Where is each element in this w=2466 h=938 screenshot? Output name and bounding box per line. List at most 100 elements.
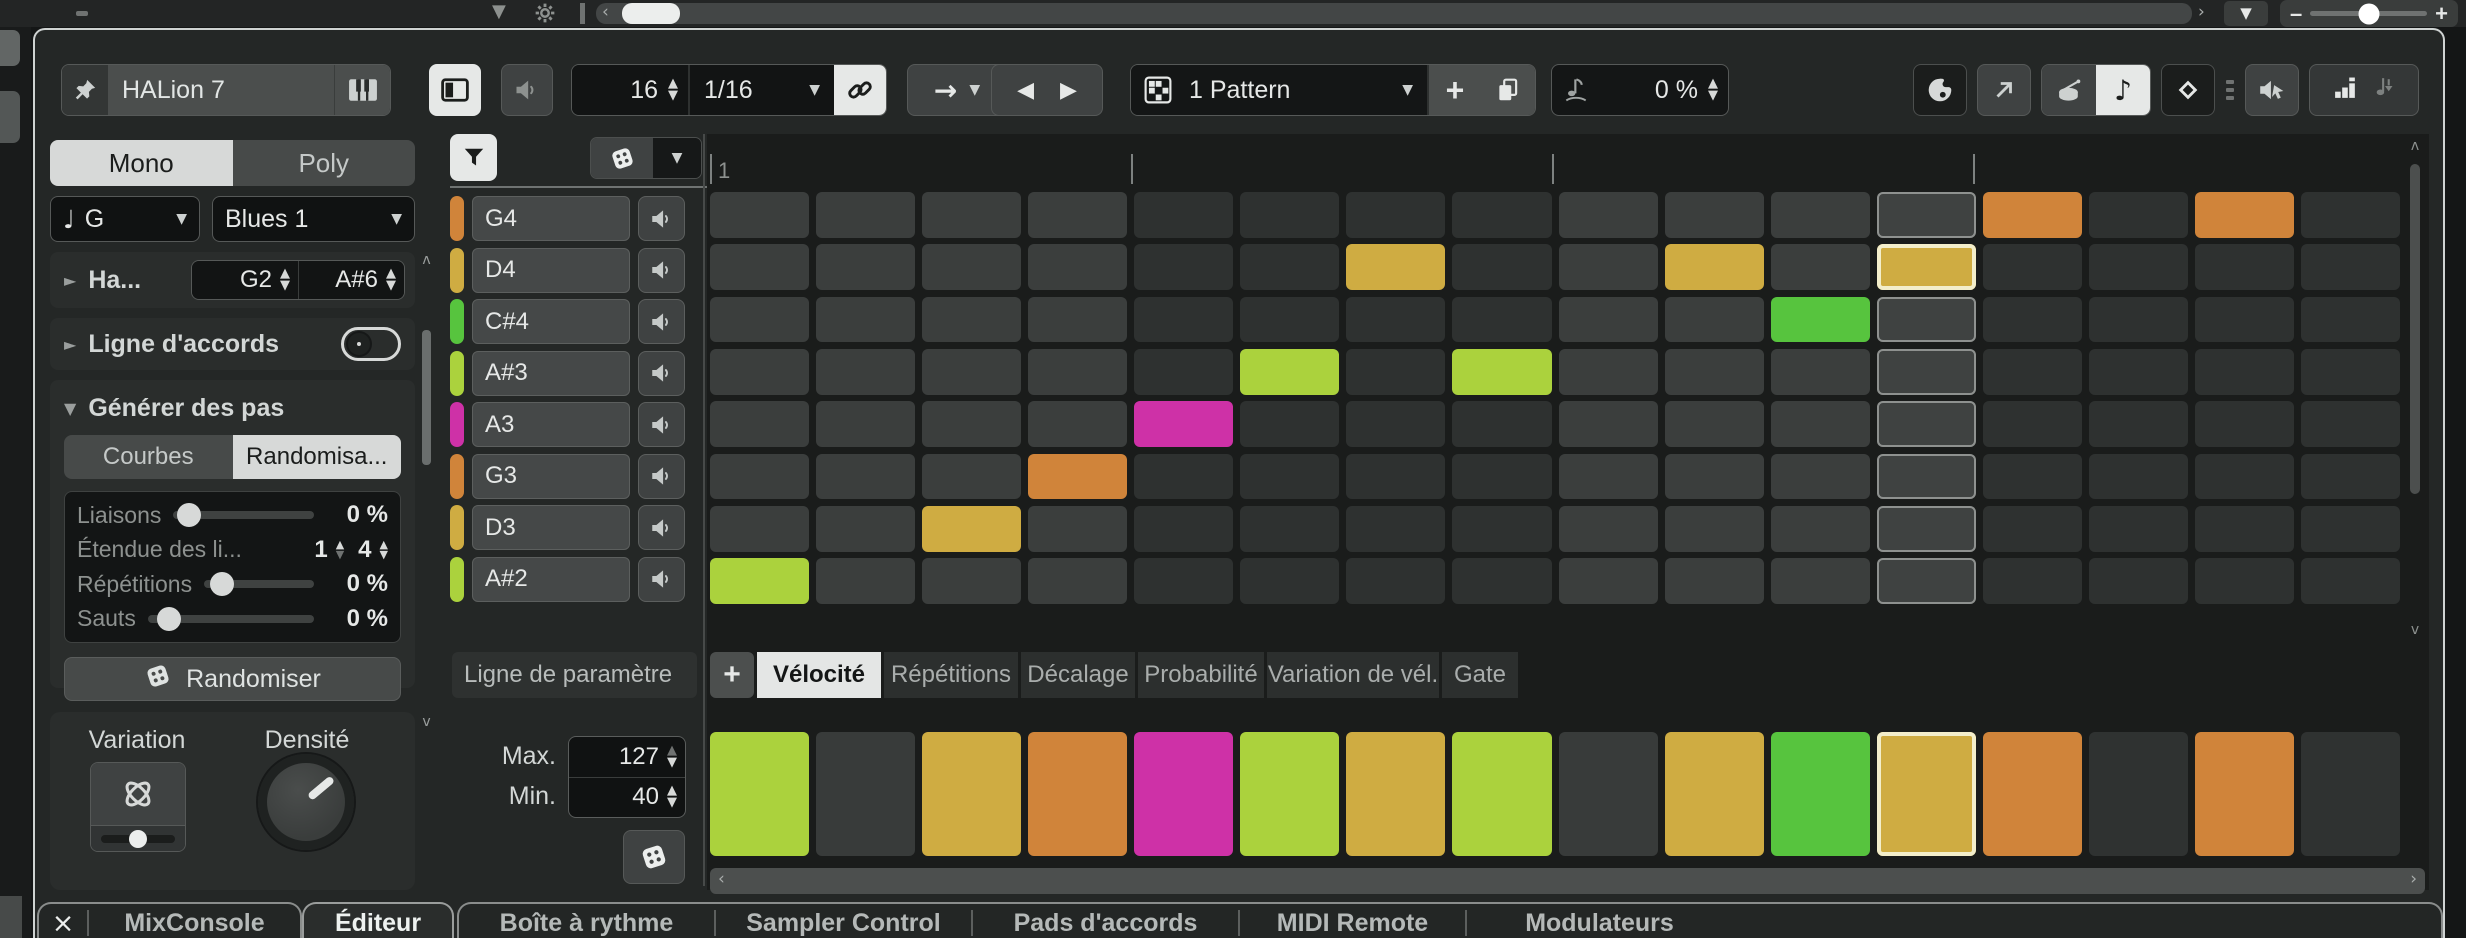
pin-button[interactable]	[62, 65, 108, 115]
step-cell[interactable]	[1028, 401, 1127, 447]
step-cell[interactable]	[1771, 244, 1870, 290]
step-cell[interactable]	[1983, 454, 2082, 500]
zoom-slider-track[interactable]	[2310, 11, 2427, 16]
scroll-down-icon[interactable]: v	[2405, 622, 2425, 638]
spinner-arrows-icon[interactable]: ▲▼	[668, 78, 678, 102]
param-slider-track[interactable]	[204, 580, 314, 588]
step-cell[interactable]	[1771, 349, 1870, 395]
step-cell[interactable]	[1877, 454, 1976, 500]
horizontal-scrollbar[interactable]: ‹	[596, 3, 2192, 24]
step-cell[interactable]	[1452, 349, 1551, 395]
step-cell[interactable]	[816, 244, 915, 290]
step-cell[interactable]	[1559, 192, 1658, 238]
step-cell[interactable]	[2301, 297, 2400, 343]
step-cell[interactable]	[2301, 454, 2400, 500]
lane-tab-6[interactable]: Gate	[1442, 652, 1518, 698]
step-cell[interactable]	[2301, 401, 2400, 447]
tab-editor-active[interactable]: Éditeur	[302, 902, 454, 938]
tab-mono[interactable]: Mono	[50, 140, 233, 186]
velocity-bar[interactable]	[1771, 732, 1870, 856]
step-cell[interactable]	[1452, 192, 1551, 238]
step-cell[interactable]	[1877, 297, 1976, 343]
slider-thumb[interactable]	[129, 830, 147, 848]
step-cell[interactable]	[1452, 244, 1551, 290]
step-cell[interactable]	[2089, 244, 2188, 290]
step-cell[interactable]	[1346, 192, 1445, 238]
step-cell[interactable]	[922, 454, 1021, 500]
step-cell[interactable]	[1665, 454, 1764, 500]
lane-tab-3[interactable]: Décalage	[1021, 652, 1135, 698]
range-low-value[interactable]: 1	[314, 536, 327, 564]
scroll-right-icon[interactable]: ›	[2410, 869, 2417, 889]
param-slider-track[interactable]	[173, 511, 314, 519]
collapsed-arrow-icon[interactable]: ►	[64, 335, 76, 354]
filter-button[interactable]	[450, 134, 497, 181]
velocity-randomize-button[interactable]	[623, 830, 685, 884]
lane-horizontal-scrollbar[interactable]: ‹ ›	[710, 868, 2425, 894]
lane-tab-4[interactable]: Probabilité	[1138, 652, 1264, 698]
step-cell[interactable]	[2089, 349, 2188, 395]
tab-midi-remote[interactable]: MIDI Remote	[1240, 904, 1465, 938]
spinner-arrows-icon[interactable]: ▲▼	[380, 540, 388, 560]
arrow-left-icon[interactable]: ◀	[1017, 78, 1034, 103]
spinner-arrows-icon[interactable]: ▲▼	[280, 268, 290, 292]
scale-dropdown[interactable]: Blues 1 ▼	[212, 196, 415, 242]
step-cell[interactable]	[1134, 244, 1233, 290]
atom-icon[interactable]	[91, 763, 185, 825]
step-cell[interactable]	[1983, 401, 2082, 447]
step-cell[interactable]	[1346, 244, 1445, 290]
density-knob[interactable]	[258, 754, 354, 850]
step-cell[interactable]	[710, 401, 809, 447]
step-cell[interactable]	[1771, 401, 1870, 447]
velocity-bar[interactable]	[1559, 732, 1658, 856]
step-cell[interactable]	[2089, 558, 2188, 604]
velocity-bar[interactable]	[1877, 732, 1976, 856]
step-cell[interactable]	[1983, 192, 2082, 238]
pattern-dropdown[interactable]: 1 Pattern ▼	[1185, 65, 1427, 115]
range-high-value[interactable]: 4	[358, 536, 371, 564]
export-arrow-button[interactable]	[1977, 64, 2031, 116]
note-name-field[interactable]: A#3	[472, 351, 630, 396]
step-cell[interactable]	[1771, 297, 1870, 343]
preview-note-button[interactable]	[638, 196, 685, 241]
tab-randomization[interactable]: Randomisa...	[233, 435, 402, 479]
step-cell[interactable]	[1559, 349, 1658, 395]
step-cell[interactable]	[710, 244, 809, 290]
step-cell[interactable]	[1134, 558, 1233, 604]
tab-modulateurs[interactable]: Modulateurs	[1467, 904, 1732, 938]
velocity-bar[interactable]	[1028, 732, 1127, 856]
step-cell[interactable]	[1877, 244, 1976, 290]
step-cell[interactable]	[1877, 506, 1976, 552]
chord-line-toggle[interactable]	[341, 327, 401, 361]
step-cell[interactable]	[1240, 558, 1339, 604]
step-cell[interactable]	[1983, 297, 2082, 343]
step-cell[interactable]	[2301, 506, 2400, 552]
swing-value[interactable]: 0 %	[1590, 76, 1698, 105]
scroll-left-icon[interactable]: ‹	[718, 869, 725, 889]
step-cell[interactable]	[1983, 349, 2082, 395]
step-cell[interactable]	[816, 454, 915, 500]
param-slider-track[interactable]	[148, 615, 314, 623]
tab-pads-d-accords[interactable]: Pads d'accords	[973, 904, 1238, 938]
step-cell[interactable]	[1665, 401, 1764, 447]
scroll-up-icon[interactable]: ʌ	[419, 252, 434, 268]
key-dropdown[interactable]: ♩ G ▼	[50, 196, 200, 242]
spinner-arrows-icon[interactable]: ▲▼	[667, 745, 677, 769]
tab-curves[interactable]: Courbes	[64, 435, 233, 479]
step-cell[interactable]	[1134, 297, 1233, 343]
step-cell[interactable]	[2195, 297, 2294, 343]
note-name-field[interactable]: C#4	[472, 299, 630, 344]
note-name-field[interactable]: A3	[472, 402, 630, 447]
step-cell[interactable]	[1028, 558, 1127, 604]
note-name-field[interactable]: D4	[472, 248, 630, 293]
step-cell[interactable]	[1665, 558, 1764, 604]
step-cell[interactable]	[1771, 558, 1870, 604]
step-cell[interactable]	[2089, 192, 2188, 238]
step-cell[interactable]	[1877, 192, 1976, 238]
preview-note-button[interactable]	[638, 557, 685, 602]
step-cell[interactable]	[922, 244, 1021, 290]
sidebar-scrollbar[interactable]: ʌ v	[419, 252, 434, 730]
step-cell[interactable]	[816, 349, 915, 395]
variation-control[interactable]	[90, 762, 186, 852]
step-cell[interactable]	[1346, 401, 1445, 447]
